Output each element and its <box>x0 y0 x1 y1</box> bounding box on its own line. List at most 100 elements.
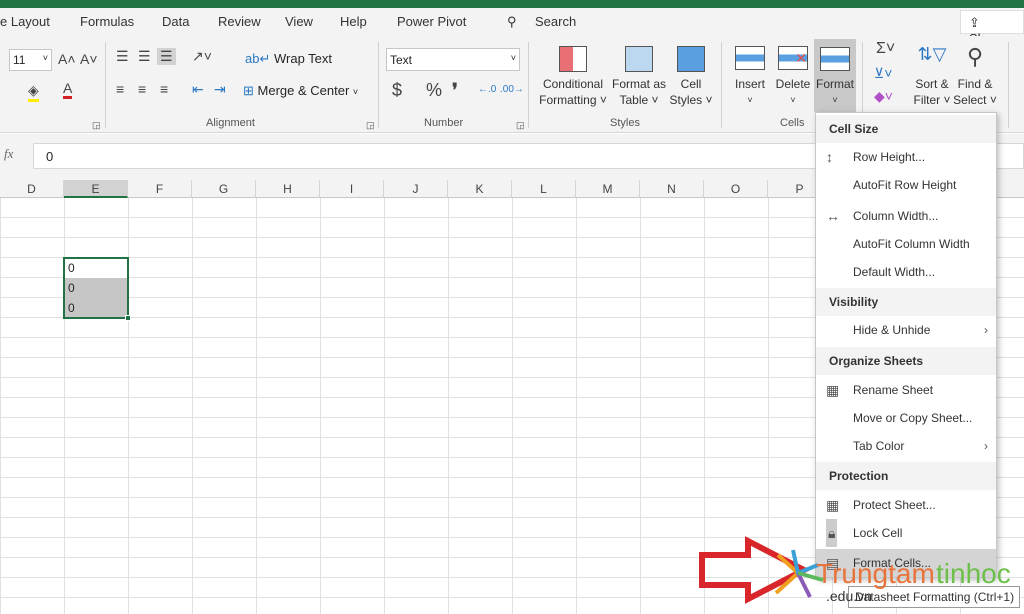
column-header-e[interactable]: E <box>64 180 128 198</box>
menu-header-visibility: Visibility <box>829 295 879 309</box>
font-size-select[interactable]: 11 ˅ <box>9 49 52 71</box>
table-brush-icon <box>625 46 653 72</box>
column-header-f[interactable]: F <box>128 180 192 198</box>
watermark-logo: Trungtam tinhoc .edu.vn <box>699 536 1011 604</box>
row-height-icon: ↕ <box>826 149 833 165</box>
insert-cells-icon <box>735 46 765 70</box>
align-left-icon[interactable]: ≡ <box>116 81 124 97</box>
find-select-button[interactable]: ⚲ Find & Select ˅ <box>953 44 997 110</box>
align-middle-icon[interactable]: ☰ <box>138 48 151 65</box>
cell-styles-button[interactable]: Cell Styles ˅ <box>666 44 716 110</box>
column-width-icon: ↔ <box>826 208 840 224</box>
merge-icon: ⊞ <box>243 83 254 98</box>
magnifier-icon: ⚲ <box>966 44 984 69</box>
tab-review[interactable]: Review <box>218 14 261 29</box>
column-header-k[interactable]: K <box>448 180 512 198</box>
font-color-icon[interactable]: A <box>63 80 73 99</box>
menu-item-autofit-row-height[interactable]: AutoFit Row Height <box>816 171 996 199</box>
menu-item-row-height[interactable]: ↕ Row Height... <box>816 143 996 171</box>
insert-button[interactable]: Insert ˅ <box>731 44 769 110</box>
format-dropdown-menu: Cell Size ↕ Row Height... AutoFit Row Hei… <box>815 112 997 578</box>
format-as-table-button[interactable]: Format as Table ˅ <box>610 44 668 110</box>
decrease-decimal-icon[interactable]: .00→ <box>500 84 524 95</box>
autosum-icon[interactable]: Σ˅ <box>876 40 895 58</box>
increase-indent-icon[interactable]: ⇥ <box>214 81 226 98</box>
wrap-text-button[interactable]: ab↵ Wrap Text <box>245 51 332 67</box>
align-center-icon[interactable]: ≡ <box>138 81 146 97</box>
menu-header-cell-size: Cell Size <box>829 122 879 136</box>
column-header-l[interactable]: L <box>512 180 576 198</box>
increase-decimal-icon[interactable]: ←.0 <box>478 84 496 95</box>
menu-item-protect-sheet[interactable]: ▦ Protect Sheet... <box>816 491 996 519</box>
tab-view[interactable]: View <box>285 14 313 29</box>
column-header-h[interactable]: H <box>256 180 320 198</box>
column-header-i[interactable]: I <box>320 180 384 198</box>
alignment-dialog-launcher[interactable]: ◲ <box>366 120 375 131</box>
share-button[interactable]: ⇪ Share <box>960 10 1024 46</box>
alignment-group-label: Alignment <box>206 117 255 129</box>
number-dialog-launcher[interactable]: ◲ <box>516 120 525 131</box>
increase-font-icon[interactable]: A˄ <box>58 51 76 67</box>
cell-styles-icon <box>677 46 705 72</box>
tab-formulas[interactable]: Formulas <box>80 14 134 29</box>
fill-color-icon[interactable]: ◈ <box>28 82 39 102</box>
menu-item-autofit-column-width[interactable]: AutoFit Column Width <box>816 230 996 258</box>
menu-item-move-copy-sheet[interactable]: Move or Copy Sheet... <box>816 404 996 432</box>
fill-handle[interactable] <box>125 315 131 321</box>
tab-help[interactable]: Help <box>340 14 367 29</box>
chevron-right-icon: › <box>984 439 988 453</box>
currency-button[interactable]: $ <box>392 80 402 101</box>
menu-item-rename-sheet[interactable]: ▦ Rename Sheet <box>816 376 996 404</box>
decrease-font-icon[interactable]: A˅ <box>80 51 98 67</box>
delete-button[interactable]: ✕ Delete ˅ <box>773 44 813 110</box>
orientation-icon[interactable]: ↗˅ <box>192 48 212 65</box>
column-header-d[interactable]: D <box>0 180 64 198</box>
column-header-n[interactable]: N <box>640 180 704 198</box>
cells-group-label: Cells <box>780 117 805 129</box>
comma-button[interactable]: ❜ <box>452 80 458 101</box>
red-arrow-icon <box>699 536 811 604</box>
align-bottom-icon[interactable]: ☰ <box>157 48 176 65</box>
menu-item-default-width[interactable]: Default Width... <box>816 258 996 286</box>
rename-sheet-icon: ▦ <box>826 382 840 398</box>
watermark-suffix: .edu.vn <box>826 588 872 604</box>
column-header-m[interactable]: M <box>576 180 640 198</box>
number-format-select[interactable]: Text ˅ <box>386 48 520 71</box>
search-box[interactable]: Search <box>535 14 576 29</box>
protect-sheet-icon: ▦ <box>826 497 840 513</box>
percent-button[interactable]: % <box>426 80 442 101</box>
align-top-icon[interactable]: ☰ <box>116 48 129 65</box>
align-right-icon[interactable]: ≡ <box>160 81 168 97</box>
column-header-g[interactable]: G <box>192 180 256 198</box>
search-icon[interactable]: ⚲ <box>507 14 517 30</box>
decrease-indent-icon[interactable]: ⇤ <box>192 81 204 98</box>
menu-header-organize-sheets: Organize Sheets <box>829 354 924 368</box>
fill-icon[interactable]: ⊻˅ <box>874 65 892 82</box>
styles-group-label: Styles <box>610 117 640 129</box>
ribbon-tabs: e Layout Formulas Data Review View Help … <box>0 8 1024 46</box>
format-button[interactable]: Format ˅ <box>814 39 856 112</box>
selection-border <box>63 257 129 319</box>
sort-filter-icon: ⇅▽ <box>917 44 947 64</box>
menu-item-tab-color[interactable]: Tab Color › <box>816 432 996 460</box>
column-header-o[interactable]: O <box>704 180 768 198</box>
menu-item-hide-unhide[interactable]: Hide & Unhide › <box>816 316 996 344</box>
sort-filter-button[interactable]: ⇅▽ Sort & Filter ˅ <box>910 44 954 110</box>
merge-center-button[interactable]: ⊞ Merge & Center ˅ <box>243 83 358 99</box>
title-bar <box>0 0 1024 8</box>
menu-item-column-width[interactable]: ↔ Column Width... <box>816 202 996 230</box>
chevron-right-icon: › <box>984 323 988 337</box>
delete-cells-icon: ✕ <box>778 46 808 70</box>
tab-data[interactable]: Data <box>162 14 189 29</box>
insert-function-icon[interactable]: fx <box>4 146 13 162</box>
column-header-j[interactable]: J <box>384 180 448 198</box>
clear-icon[interactable]: ◆˅ <box>874 88 893 105</box>
number-group-label: Number <box>424 117 464 129</box>
font-dialog-launcher[interactable]: ◲ <box>92 120 101 131</box>
conditional-formatting-icon <box>559 46 587 72</box>
tab-page-layout[interactable]: e Layout <box>0 14 50 29</box>
watermark-text-2: tinhoc <box>936 558 1011 589</box>
tab-power-pivot[interactable]: Power Pivot <box>397 14 466 29</box>
conditional-formatting-button[interactable]: Conditional Formatting ˅ <box>537 44 609 110</box>
format-cells-icon <box>820 47 850 71</box>
